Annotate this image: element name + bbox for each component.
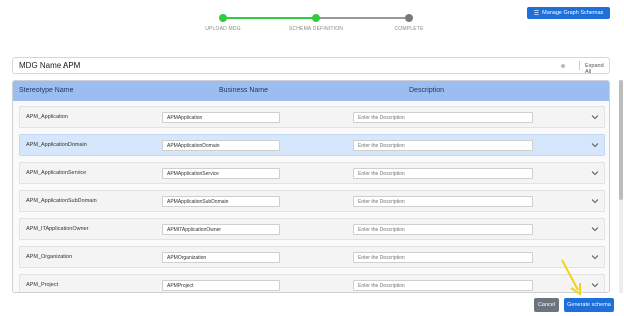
mdg-name-value: APM (63, 61, 81, 70)
chevron-down-icon[interactable] (590, 168, 600, 178)
stepper-line-pending (316, 17, 409, 19)
step-label-complete: COMPLETE (394, 26, 424, 32)
stereotype-name: APM_ApplicationSubDomain (26, 198, 97, 204)
mdg-name-bar: MDG Name : APM Expand All (12, 57, 610, 75)
chevron-down-icon[interactable] (590, 112, 600, 122)
chevron-down-icon[interactable] (590, 252, 600, 262)
table-row[interactable]: APM_ITApplicationOwner (19, 218, 605, 240)
table-row[interactable]: APM_Application (19, 106, 605, 128)
table-header: Stereotype Name Business Name Descriptio… (13, 81, 609, 101)
table-row[interactable]: APM_ApplicationDomain (19, 134, 605, 156)
description-input[interactable] (353, 224, 533, 235)
stereotype-name: APM_Application (26, 114, 68, 120)
description-input[interactable] (353, 112, 533, 123)
stereotype-name: APM_Project (26, 282, 59, 288)
cancel-button[interactable]: Cancel (534, 298, 559, 312)
stereotype-name: APM_Organization (26, 254, 73, 260)
business-name-input[interactable] (162, 280, 280, 291)
expand-all-button[interactable]: Expand All (585, 63, 609, 75)
business-name-input[interactable] (162, 168, 280, 179)
description-input[interactable] (353, 140, 533, 151)
step-dot-upload (219, 14, 227, 22)
progress-stepper: UPLOAD MDG SCHEMA DEFINITION COMPLETE (185, 10, 445, 36)
divider (579, 61, 580, 70)
schema-definition-page: UPLOAD MDG SCHEMA DEFINITION COMPLETE ☰ … (0, 0, 624, 316)
annotation-arrow-icon (561, 259, 581, 296)
step-dot-schema (312, 14, 320, 22)
description-input[interactable] (353, 168, 533, 179)
business-name-input[interactable] (162, 112, 280, 123)
stepper-line-complete (223, 17, 316, 19)
table-row[interactable]: APM_ApplicationService (19, 162, 605, 184)
manage-graph-schemas-button[interactable]: ☰ Manage Graph Schemas (527, 7, 610, 19)
chevron-down-icon[interactable] (590, 140, 600, 150)
table-row[interactable]: APM_Project (19, 274, 605, 292)
expand-toggle-icon[interactable] (561, 64, 565, 68)
table-scrollbar[interactable] (619, 80, 623, 293)
business-name-input[interactable] (162, 224, 280, 235)
stereotype-table: Stereotype Name Business Name Descriptio… (12, 80, 610, 293)
column-business-name: Business Name (219, 87, 269, 94)
generate-schema-button[interactable]: Generate schema (564, 298, 614, 312)
chevron-down-icon[interactable] (590, 196, 600, 206)
description-input[interactable] (353, 252, 533, 263)
business-name-input[interactable] (162, 252, 280, 263)
business-name-input[interactable] (162, 140, 280, 151)
business-name-input[interactable] (162, 196, 280, 207)
scrollbar-thumb[interactable] (619, 80, 623, 200)
chevron-down-icon[interactable] (590, 280, 600, 290)
manage-button-label: Manage Graph Schemas (542, 10, 604, 16)
table-row[interactable]: APM_ApplicationSubDomain (19, 190, 605, 212)
description-input[interactable] (353, 280, 533, 291)
mdg-name-label: MDG Name : (19, 61, 66, 70)
stereotype-name: APM_ITApplicationOwner (26, 226, 89, 232)
list-icon: ☰ (533, 10, 540, 17)
chevron-down-icon[interactable] (590, 224, 600, 234)
stereotype-name: APM_ApplicationService (26, 170, 87, 176)
step-dot-complete (405, 14, 413, 22)
step-label-upload: UPLOAD MDG (205, 26, 241, 32)
stereotype-name: APM_ApplicationDomain (26, 142, 87, 148)
description-input[interactable] (353, 196, 533, 207)
column-description: Description (409, 87, 445, 94)
column-stereotype-name: Stereotype Name (19, 87, 74, 94)
table-row[interactable]: APM_Organization (19, 246, 605, 268)
step-label-schema: SCHEMA DEFINITION (288, 26, 344, 32)
